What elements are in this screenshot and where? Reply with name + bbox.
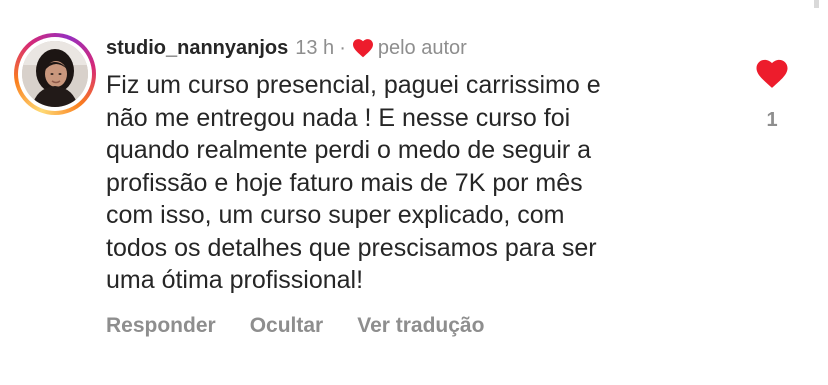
- comment-header: studio_nannyanjos 13 h · pelo autor: [106, 36, 467, 60]
- author-liked-heart-icon: [352, 38, 374, 58]
- reply-button[interactable]: Responder: [106, 314, 216, 338]
- see-translation-button[interactable]: Ver tradução: [357, 314, 484, 338]
- comment-text: Fiz um curso presencial, paguei carrissi…: [106, 71, 601, 294]
- avatar-border: [18, 37, 92, 111]
- like-column: 1: [752, 58, 792, 132]
- avatar[interactable]: [22, 41, 88, 107]
- avatar-image: [22, 41, 88, 107]
- username[interactable]: studio_nannyanjos: [106, 37, 288, 60]
- like-count: 1: [766, 109, 778, 131]
- liked-by-author-label: pelo autor: [377, 36, 467, 59]
- like-heart-icon[interactable]: [755, 58, 789, 89]
- timestamp: 13 h: [295, 36, 335, 59]
- comment: studio_nannyanjos 13 h · pelo autor Fiz …: [0, 0, 828, 385]
- hide-button[interactable]: Ocultar: [250, 314, 324, 338]
- scroll-indicator: [814, 0, 819, 8]
- separator-dot: ·: [339, 36, 346, 59]
- avatar-story-ring[interactable]: [14, 33, 96, 115]
- comment-actions: Responder Ocultar Ver tradução: [106, 313, 484, 339]
